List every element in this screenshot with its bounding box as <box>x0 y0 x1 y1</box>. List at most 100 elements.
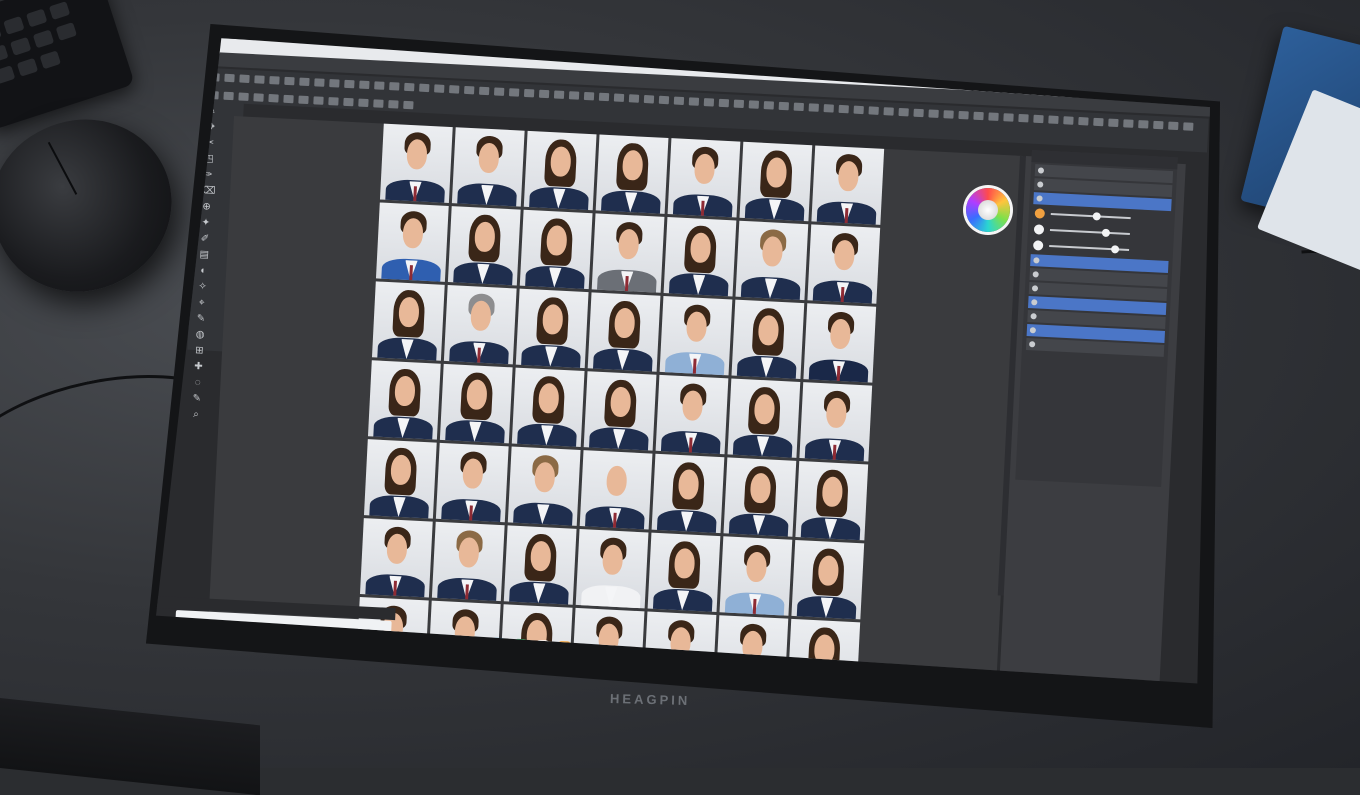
portrait-photo[interactable] <box>523 130 597 211</box>
visibility-eye-icon[interactable] <box>1030 313 1037 320</box>
color-wheel-icon[interactable]: ✦ <box>200 217 212 229</box>
option-icon[interactable] <box>419 83 430 93</box>
option-icon[interactable] <box>1108 118 1119 128</box>
option-icon[interactable] <box>928 109 939 118</box>
option-icon[interactable] <box>733 99 745 109</box>
option-icon[interactable] <box>1078 117 1089 126</box>
crop-icon[interactable]: ✎ <box>195 313 207 325</box>
option-icon[interactable] <box>763 101 775 110</box>
portrait-photo[interactable] <box>655 374 729 455</box>
option-icon[interactable] <box>299 77 310 87</box>
option-icon[interactable] <box>703 98 715 107</box>
portrait-photo[interactable] <box>443 285 517 365</box>
option-icon[interactable] <box>718 98 730 108</box>
option-icon[interactable] <box>493 87 505 96</box>
option-icon[interactable] <box>464 85 475 95</box>
option-icon[interactable] <box>1018 113 1029 123</box>
lasso-icon[interactable]: ⌖ <box>195 297 207 309</box>
option-icon[interactable] <box>598 92 610 102</box>
portrait-photo[interactable] <box>663 217 737 297</box>
option-icon[interactable] <box>224 73 235 83</box>
option-icon[interactable] <box>1048 115 1059 124</box>
option-icon[interactable] <box>388 100 399 109</box>
color-wheel-icon[interactable] <box>966 188 1010 232</box>
portrait-photo[interactable] <box>435 442 509 523</box>
option-icon[interactable] <box>538 89 550 99</box>
option-icon[interactable] <box>268 94 279 103</box>
option-icon[interactable] <box>313 96 324 105</box>
option-icon[interactable] <box>988 112 999 121</box>
portrait-photo[interactable] <box>359 518 433 598</box>
option-icon[interactable] <box>478 86 490 96</box>
portrait-photo[interactable] <box>367 360 441 440</box>
slider-knob[interactable] <box>1101 228 1111 238</box>
visibility-eye-icon[interactable] <box>1032 271 1039 278</box>
slider-track[interactable] <box>1049 229 1130 236</box>
option-icon[interactable] <box>374 81 385 90</box>
settings-icon[interactable]: ⌕ <box>190 409 202 421</box>
option-icon[interactable] <box>404 82 415 92</box>
portrait-photo[interactable] <box>659 295 733 376</box>
option-icon[interactable] <box>523 88 535 98</box>
portrait-photo[interactable] <box>651 453 725 534</box>
option-icon[interactable] <box>553 90 565 99</box>
eyedropper-icon[interactable]: ◍ <box>194 329 206 341</box>
move-icon[interactable]: ✧ <box>196 281 208 293</box>
portrait-photo[interactable] <box>591 213 665 293</box>
option-icon[interactable] <box>254 75 265 84</box>
portrait-photo[interactable] <box>507 446 581 526</box>
slider-knob[interactable] <box>1110 245 1120 254</box>
option-icon[interactable] <box>359 80 370 90</box>
option-icon[interactable] <box>314 78 325 87</box>
visibility-eye-icon[interactable] <box>1037 167 1045 174</box>
option-icon[interactable] <box>613 93 625 102</box>
option-icon[interactable] <box>449 85 460 94</box>
option-icon[interactable] <box>1138 120 1149 129</box>
option-icon[interactable] <box>343 97 354 107</box>
option-icon[interactable] <box>223 91 234 101</box>
portrait-photo[interactable] <box>791 539 865 620</box>
portrait-photo[interactable] <box>807 224 881 304</box>
option-icon[interactable] <box>403 100 414 110</box>
visibility-eye-icon[interactable] <box>1031 285 1039 292</box>
color-wheel-icon[interactable]: ◌ <box>191 377 203 389</box>
option-icon[interactable] <box>434 84 445 93</box>
option-icon[interactable] <box>673 96 685 106</box>
option-icon[interactable] <box>628 94 640 103</box>
option-icon[interactable] <box>808 103 819 112</box>
search-icon[interactable]: ✎ <box>191 393 203 405</box>
option-icon[interactable] <box>853 105 864 115</box>
option-icon[interactable] <box>269 76 280 85</box>
portrait-photo[interactable] <box>503 525 577 605</box>
option-icon[interactable] <box>283 94 294 104</box>
option-icon[interactable] <box>238 92 249 101</box>
search-icon[interactable]: ✐ <box>199 233 211 245</box>
portrait-photo[interactable] <box>583 371 657 451</box>
settings-icon[interactable]: ▤ <box>198 249 210 261</box>
option-icon[interactable] <box>643 95 655 104</box>
portrait-photo[interactable] <box>587 292 661 372</box>
option-icon[interactable] <box>658 95 670 105</box>
visibility-eye-icon[interactable] <box>1029 341 1036 348</box>
portrait-photo[interactable] <box>515 288 589 369</box>
option-icon[interactable] <box>284 76 295 86</box>
option-icon[interactable] <box>358 98 369 108</box>
option-icon[interactable] <box>1063 116 1074 125</box>
option-icon[interactable] <box>1033 114 1044 124</box>
portrait-photo[interactable] <box>595 134 669 214</box>
portrait-photo[interactable] <box>363 439 437 519</box>
option-icon[interactable] <box>508 88 520 97</box>
option-icon[interactable] <box>793 102 804 112</box>
portrait-photo[interactable] <box>431 521 505 602</box>
portrait-photo[interactable] <box>511 367 585 447</box>
portrait-photo[interactable] <box>375 202 449 282</box>
portrait-photo[interactable] <box>811 145 885 225</box>
visibility-eye-icon[interactable] <box>1033 257 1040 264</box>
option-icon[interactable] <box>583 91 595 101</box>
option-icon[interactable] <box>1168 121 1179 131</box>
option-icon[interactable] <box>328 97 339 106</box>
option-icon[interactable] <box>823 104 834 113</box>
slider-track[interactable] <box>1050 213 1131 220</box>
portrait-photo[interactable] <box>519 209 593 290</box>
portrait-photo[interactable] <box>795 461 869 541</box>
